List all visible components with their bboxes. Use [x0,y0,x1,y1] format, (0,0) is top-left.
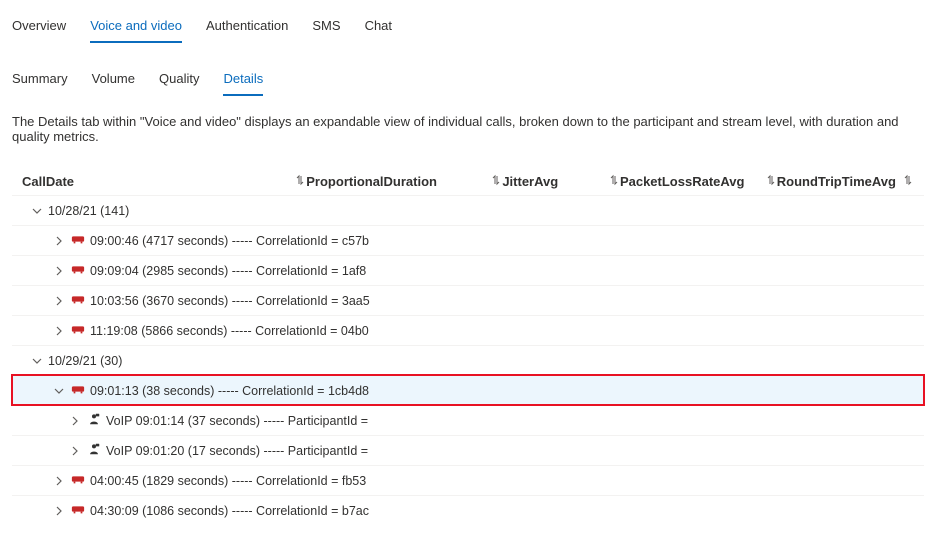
participant-icon [86,442,102,459]
sort-icon[interactable] [490,174,502,189]
chevron-right-icon[interactable] [52,326,66,336]
col-jitter-label: JitterAvg [502,174,558,189]
col-rtt-label: RoundTripTimeAvg [777,174,896,189]
row-label: 09:00:46 (4717 seconds) ----- Correlatio… [90,234,369,248]
row-label: 04:00:45 (1829 seconds) ----- Correlatio… [90,474,366,488]
participant-row[interactable]: VoIP 09:01:14 (37 seconds) ----- Partici… [12,405,924,435]
call-tree: 10/28/21 (141) 09:00:46 (4717 seconds) --… [12,195,924,525]
sort-icon[interactable] [608,174,620,189]
sort-icon[interactable] [902,174,914,189]
row-label: 10/29/21 (30) [48,354,122,368]
sub-tabbar: Summary Volume Quality Details [12,61,924,96]
row-label: 09:01:13 (38 seconds) ----- CorrelationI… [90,384,369,398]
col-prop-label: ProportionalDuration [306,174,437,189]
details-description: The Details tab within "Voice and video"… [12,114,924,144]
telephone-icon [70,382,86,399]
telephone-icon [70,472,86,489]
chevron-right-icon[interactable] [52,506,66,516]
chevron-down-icon[interactable] [30,356,44,366]
participant-row[interactable]: VoIP 09:01:20 (17 seconds) ----- Partici… [12,435,924,465]
telephone-icon [70,292,86,309]
row-label: 10:03:56 (3670 seconds) ----- Correlatio… [90,294,370,308]
call-row[interactable]: 09:01:13 (38 seconds) ----- CorrelationI… [12,375,924,405]
chevron-right-icon[interactable] [68,416,82,426]
chevron-right-icon[interactable] [52,236,66,246]
chevron-right-icon[interactable] [68,446,82,456]
call-row[interactable]: 10:03:56 (3670 seconds) ----- Correlatio… [12,285,924,315]
chevron-down-icon[interactable] [30,206,44,216]
tab-authentication[interactable]: Authentication [206,12,288,43]
row-label: 10/28/21 (141) [48,204,129,218]
chevron-right-icon[interactable] [52,266,66,276]
tab-quality[interactable]: Quality [159,65,199,96]
telephone-icon [70,262,86,279]
col-calldate-label: CallDate [22,174,74,189]
tab-summary[interactable]: Summary [12,65,68,96]
top-tabbar: Overview Voice and video Authentication … [12,8,924,43]
col-pkt-label: PacketLossRateAvg [620,174,745,189]
call-row[interactable]: 09:09:04 (2985 seconds) ----- Correlatio… [12,255,924,285]
call-row[interactable]: 09:00:46 (4717 seconds) ----- Correlatio… [12,225,924,255]
row-label: VoIP 09:01:14 (37 seconds) ----- Partici… [106,414,368,428]
tab-volume[interactable]: Volume [92,65,135,96]
tab-voice-and-video[interactable]: Voice and video [90,12,182,43]
sort-icon[interactable] [765,174,777,189]
call-row[interactable]: 11:19:08 (5866 seconds) ----- Correlatio… [12,315,924,345]
telephone-icon [70,502,86,519]
tab-chat[interactable]: Chat [365,12,392,43]
telephone-icon [70,322,86,339]
row-label: 11:19:08 (5866 seconds) ----- Correlatio… [90,324,369,338]
call-row[interactable]: 04:00:45 (1829 seconds) ----- Correlatio… [12,465,924,495]
telephone-icon [70,232,86,249]
tab-details[interactable]: Details [223,65,263,96]
call-row[interactable]: 04:30:09 (1086 seconds) ----- Correlatio… [12,495,924,525]
tab-sms[interactable]: SMS [312,12,340,43]
sort-icon[interactable] [294,174,306,189]
table-header: CallDate ProportionalDuration JitterAvg … [12,168,924,195]
participant-icon [86,412,102,429]
group-row[interactable]: 10/28/21 (141) [12,195,924,225]
chevron-right-icon[interactable] [52,476,66,486]
row-label: 09:09:04 (2985 seconds) ----- Correlatio… [90,264,366,278]
chevron-down-icon[interactable] [52,386,66,396]
row-label: 04:30:09 (1086 seconds) ----- Correlatio… [90,504,369,518]
row-label: VoIP 09:01:20 (17 seconds) ----- Partici… [106,444,368,458]
group-row[interactable]: 10/29/21 (30) [12,345,924,375]
tab-overview[interactable]: Overview [12,12,66,43]
chevron-right-icon[interactable] [52,296,66,306]
